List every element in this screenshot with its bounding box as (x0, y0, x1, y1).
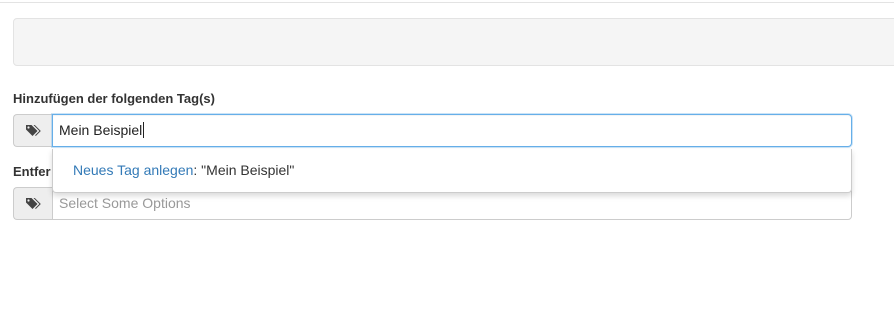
top-divider (0, 2, 894, 3)
add-tags-input[interactable]: Mein Beispiel (52, 114, 852, 147)
create-tag-option[interactable]: Neues Tag anlegen: "Mein Beispiel" (73, 162, 294, 178)
tags-icon (25, 197, 43, 211)
add-tags-input-value: Mein Beispiel (59, 122, 143, 138)
remove-tags-label: Entfer (13, 164, 51, 179)
create-tag-link[interactable]: Neues Tag anlegen (73, 162, 193, 178)
create-tag-value: : "Mein Beispiel" (193, 162, 295, 178)
remove-tags-addon (13, 187, 53, 220)
tag-suggestions-dropdown: Neues Tag anlegen: "Mein Beispiel" (52, 149, 852, 193)
filter-well (13, 18, 894, 66)
remove-tags-placeholder: Select Some Options (59, 195, 191, 211)
add-tags-addon (13, 114, 53, 147)
text-caret (143, 122, 145, 138)
tags-icon (25, 124, 43, 138)
add-tags-label: Hinzufügen der folgenden Tag(s) (13, 91, 215, 106)
